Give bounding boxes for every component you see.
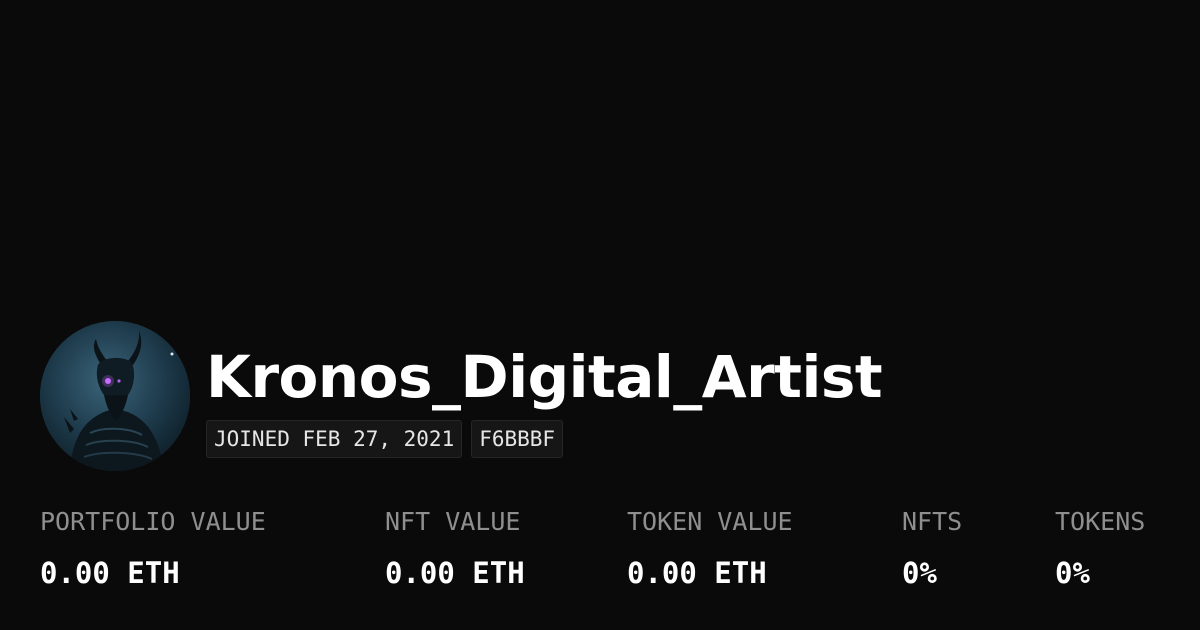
stat-value: 0.00 ETH bbox=[40, 556, 180, 590]
stat-value: 0% bbox=[902, 556, 937, 590]
stat-label: PORTFOLIO VALUE bbox=[40, 507, 266, 536]
stat-tokens: TOKENS 0% bbox=[1055, 505, 1145, 590]
stat-label: TOKENS bbox=[1055, 507, 1146, 536]
stat-label: NFTS bbox=[902, 507, 963, 536]
profile-card: Kronos_Digital_Artist JOINED FEB 27, 202… bbox=[0, 0, 1200, 630]
avatar bbox=[40, 321, 190, 471]
profile-badges: JOINED FEB 27, 2021 F6BBBF bbox=[206, 420, 564, 458]
stat-nfts: NFTS 0% bbox=[902, 505, 962, 590]
stat-value: 0.00 ETH bbox=[627, 556, 767, 590]
stat-value: 0% bbox=[1055, 556, 1090, 590]
stat-value: 0.00 ETH bbox=[385, 556, 525, 590]
stat-label: TOKEN VALUE bbox=[627, 507, 793, 536]
address-tag-badge: F6BBBF bbox=[471, 420, 564, 458]
joined-date-badge: JOINED FEB 27, 2021 bbox=[206, 420, 463, 458]
stat-token-value: TOKEN VALUE 0.00 ETH bbox=[627, 505, 793, 590]
stat-label: NFT VALUE bbox=[385, 507, 521, 536]
stat-nft-value: NFT VALUE 0.00 ETH bbox=[385, 505, 525, 590]
demon-portrait-avatar-icon bbox=[40, 321, 190, 471]
username-title: Kronos_Digital_Artist bbox=[206, 343, 883, 411]
stat-portfolio-value: PORTFOLIO VALUE 0.00 ETH bbox=[40, 505, 266, 590]
